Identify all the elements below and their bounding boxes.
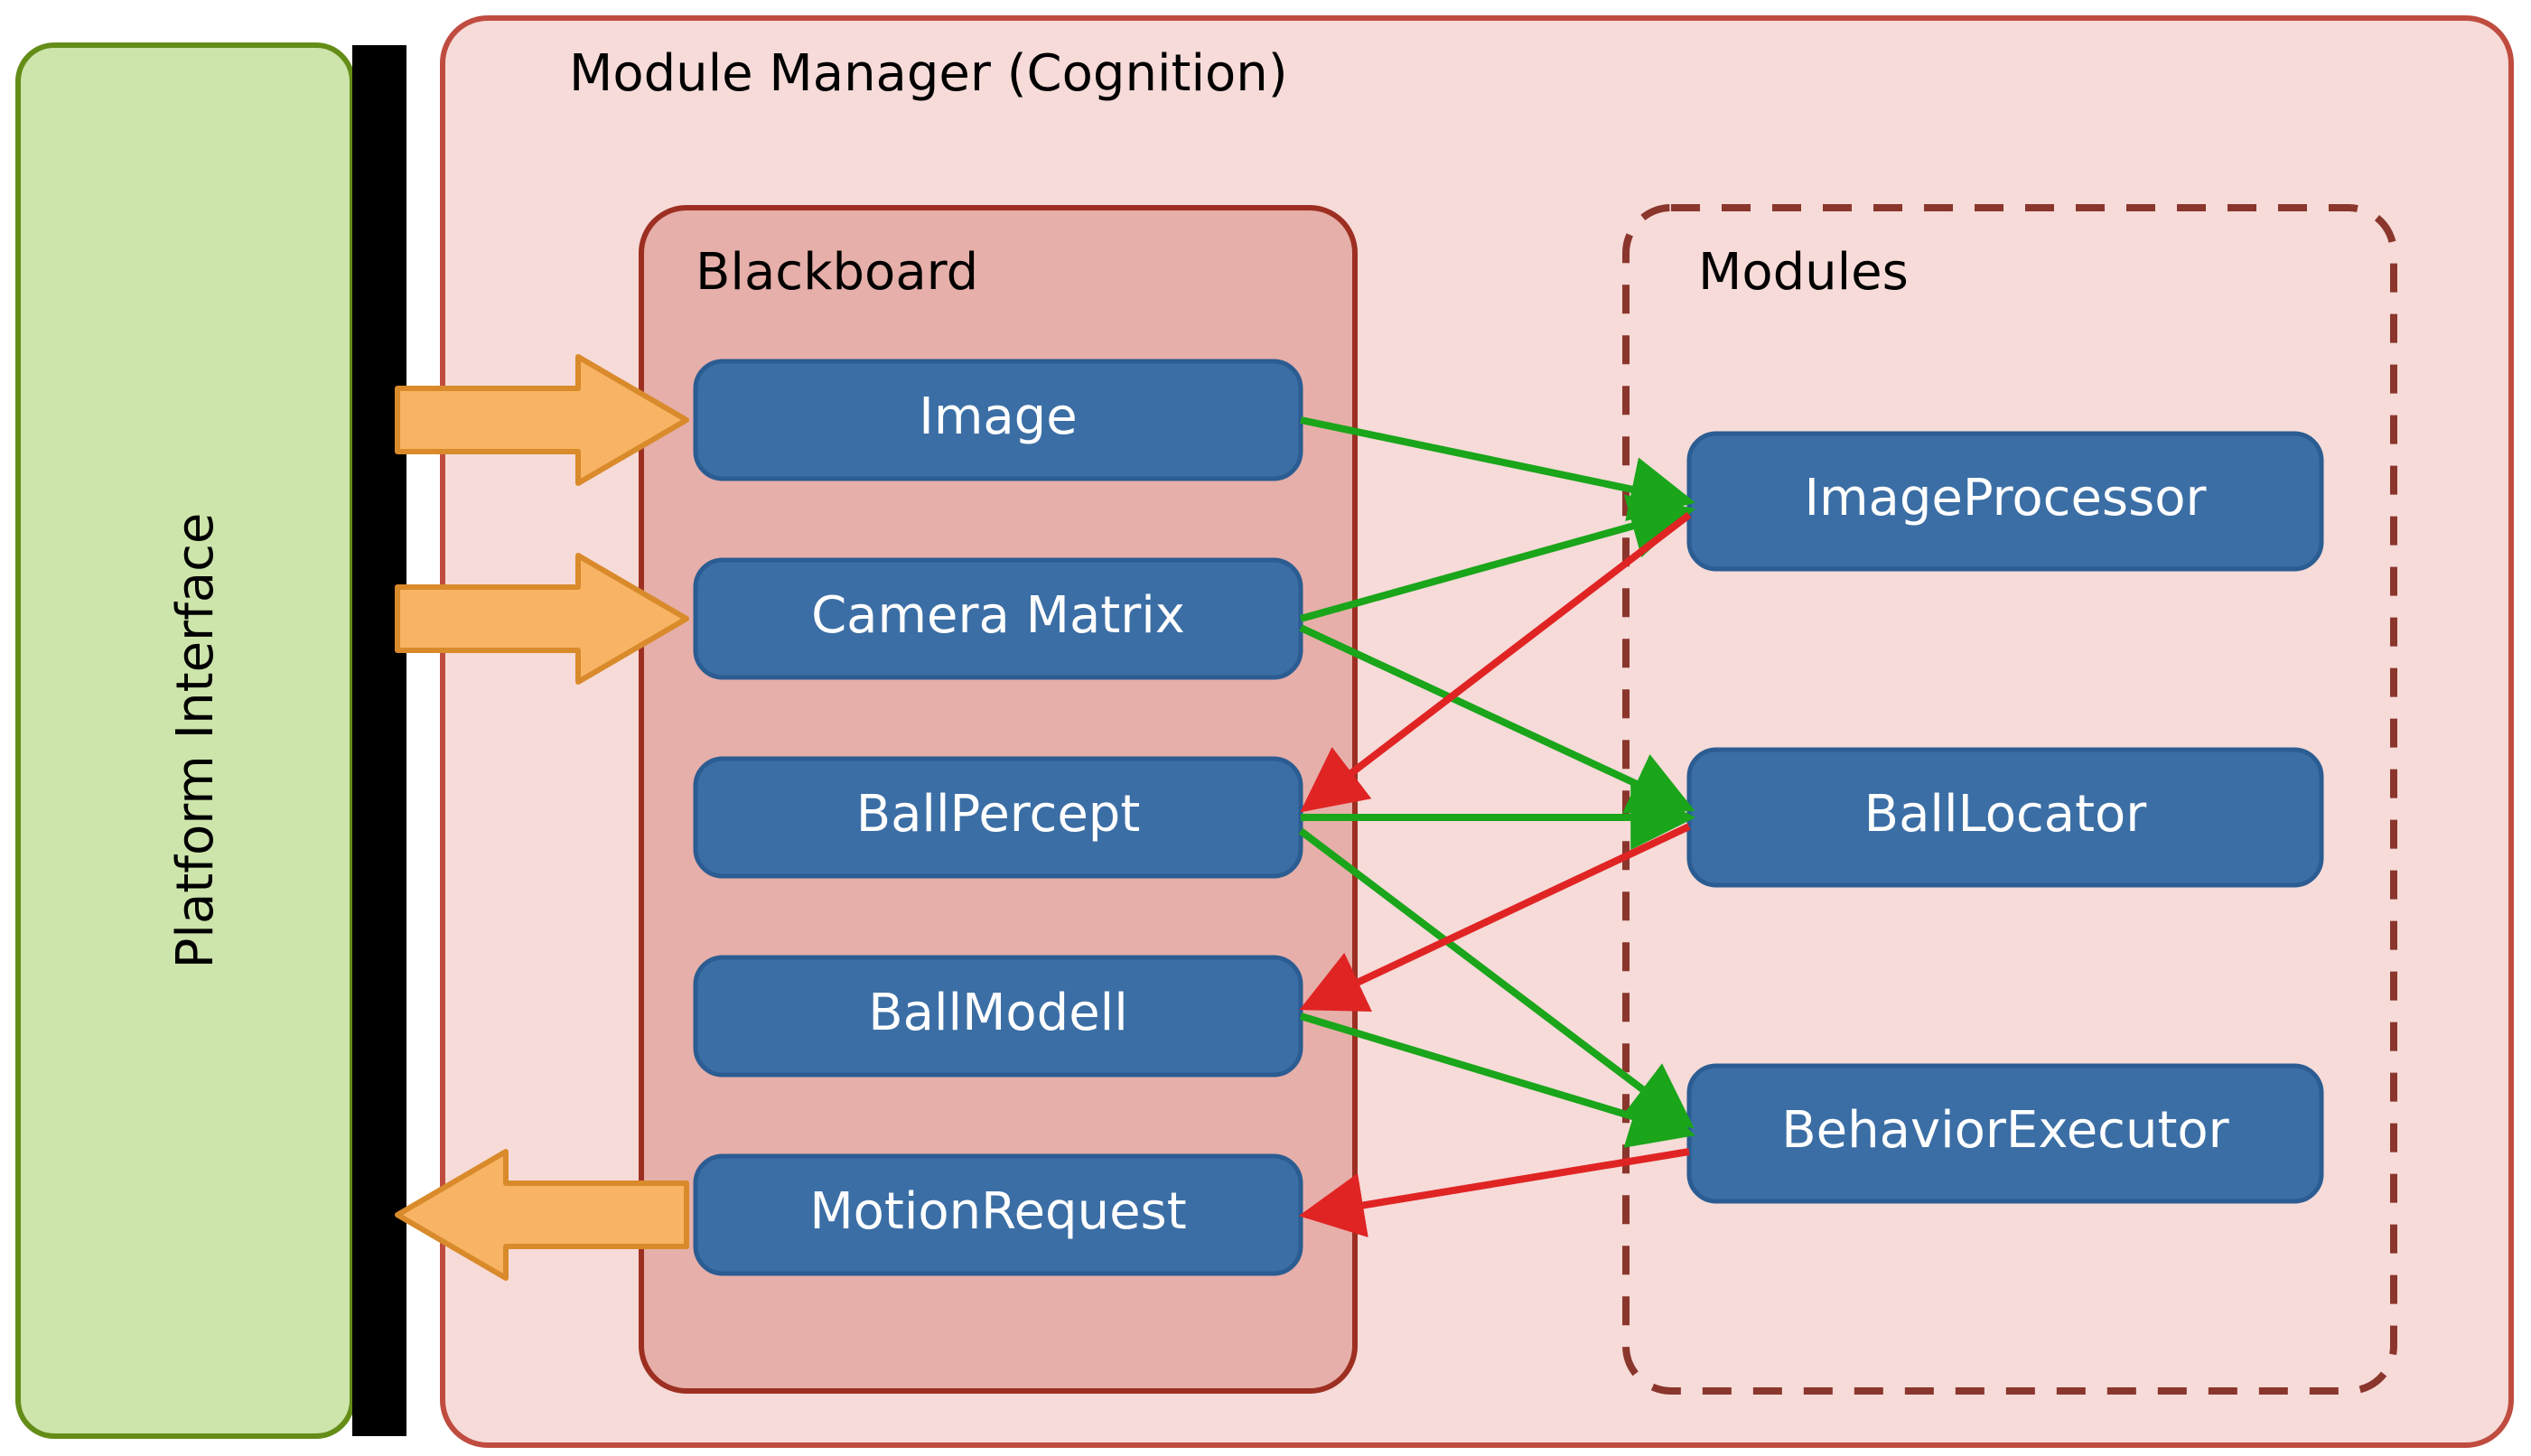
module-item-label: ImageProcessor	[1804, 469, 2207, 527]
blackboard-item: BallPercept	[696, 759, 1301, 876]
module-manager-label: Module Manager (Cognition)	[569, 44, 1288, 103]
module-item-label: BehaviorExecutor	[1781, 1101, 2229, 1160]
modules-label: Modules	[1698, 243, 1909, 302]
blackboard-item-label: BallModell	[868, 984, 1128, 1042]
blackboard-item: MotionRequest	[696, 1156, 1301, 1274]
blackboard-item-label: Camera Matrix	[811, 586, 1185, 645]
platform-interface-panel: Platform Interface	[18, 45, 352, 1436]
blackboard-item-label: Image	[919, 387, 1077, 446]
module-item: ImageProcessor	[1689, 434, 2321, 569]
blackboard-item-label: MotionRequest	[809, 1182, 1186, 1241]
blackboard-item-label: BallPercept	[856, 785, 1141, 844]
blackboard-item: Image	[696, 361, 1301, 479]
module-item: BallLocator	[1689, 750, 2321, 885]
platform-interface-label: Platform Interface	[166, 513, 225, 969]
module-item: BehaviorExecutor	[1689, 1066, 2321, 1201]
separator-bar	[352, 45, 406, 1436]
module-item-label: BallLocator	[1864, 785, 2148, 844]
blackboard-item: BallModell	[696, 957, 1301, 1075]
blackboard-item: Camera Matrix	[696, 560, 1301, 677]
blackboard-label: Blackboard	[696, 243, 978, 302]
